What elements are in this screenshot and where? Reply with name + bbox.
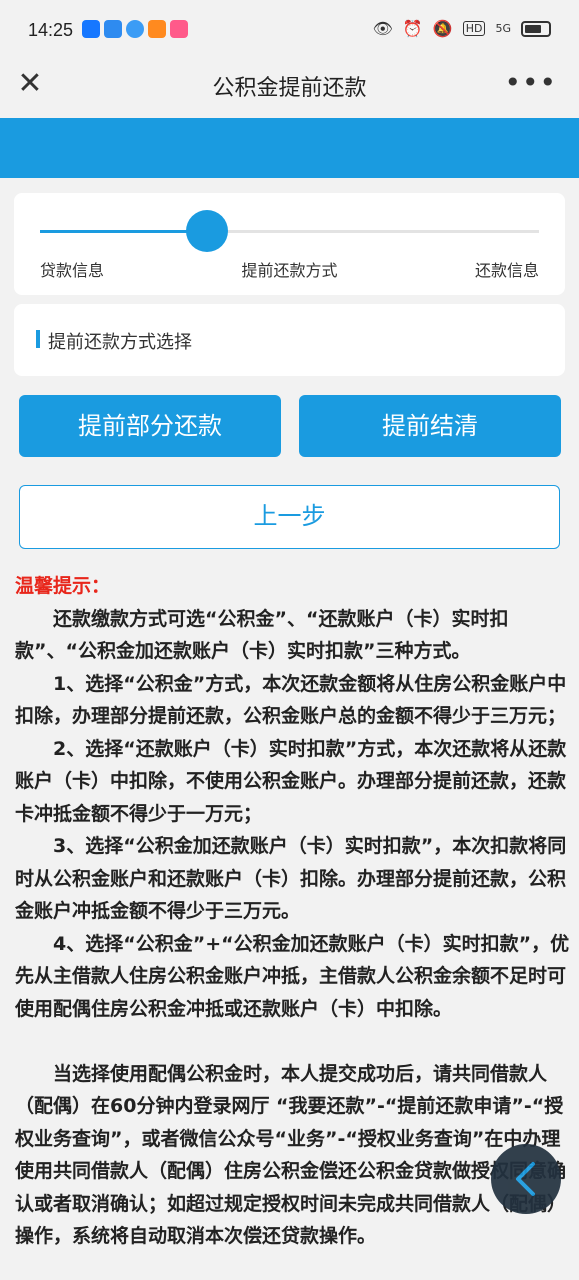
partial-prepay-button[interactable]: 提前部分还款 — [19, 395, 281, 457]
cloud-icon — [104, 20, 122, 38]
tips-paragraph: 2、选择“还款账户（卡）实时扣款”方式，本次还款将从还款账户（卡）中扣除，不使用… — [15, 737, 567, 825]
alipay-icon — [82, 20, 100, 38]
previous-step-button[interactable]: 上一步 — [19, 485, 560, 549]
step-repay-info: 还款信息 — [474, 261, 539, 280]
progress-steps: 贷款信息 提前还款方式 还款信息 — [14, 193, 565, 295]
tips-section: 温馨提示： 还款缴款方式可选“公积金”、“还款账户（卡）实时扣款”、“公积金加还… — [15, 570, 570, 1253]
mute-icon: 🔕 — [432, 19, 453, 38]
header-banner — [0, 118, 579, 178]
tips-paragraph: 还款缴款方式可选“公积金”、“还款账户（卡）实时扣款”、“公积金加还款账户（卡）… — [15, 607, 509, 663]
full-payoff-button[interactable]: 提前结清 — [299, 395, 561, 457]
nav-bar: ✕ 公积金提前还款 ••• — [0, 62, 579, 118]
chevron-left-icon — [516, 1162, 535, 1196]
section-marker — [36, 330, 40, 348]
floating-back-button[interactable] — [491, 1144, 561, 1214]
section-header: 提前还款方式选择 — [14, 304, 565, 376]
signal-icon: 5G — [495, 22, 511, 35]
browser-icon — [126, 20, 144, 38]
tips-paragraph: 1、选择“公积金”方式，本次还款金额将从住房公积金账户中扣除，办理部分提前还款，… — [15, 672, 567, 728]
hd-icon: HD — [462, 21, 486, 36]
tips-paragraph: 当选择使用配偶公积金时，本人提交成功后，请共同借款人（配偶）在60分钟内登录网厅… — [15, 1062, 567, 1248]
tips-paragraph: 3、选择“公积金加还款账户（卡）实时扣款”，本次扣款将同时从公积金账户和还款账户… — [15, 835, 567, 922]
store-icon — [170, 20, 188, 38]
tips-title: 温馨提示： — [15, 575, 111, 597]
page-title: 公积金提前还款 — [212, 76, 367, 101]
notification-icons — [82, 20, 188, 38]
more-icon[interactable]: ••• — [504, 66, 557, 99]
status-bar: 14:25 👁 ⏰ 🔕 HD 5G — [0, 0, 579, 62]
alarm-icon: ⏰ — [402, 19, 423, 38]
system-icons: 👁 ⏰ 🔕 HD 5G — [373, 19, 551, 38]
progress-knob — [186, 210, 228, 252]
video-icon — [148, 20, 166, 38]
status-time: 14:25 — [28, 20, 74, 40]
progress-fill — [40, 230, 208, 233]
tips-paragraph: 4、选择“公积金”+“公积金加还款账户（卡）实时扣款”，优先从主借款人住房公积金… — [15, 932, 570, 1020]
section-title: 提前还款方式选择 — [48, 332, 192, 353]
eye-icon: 👁 — [372, 19, 393, 38]
battery-icon — [521, 20, 551, 37]
